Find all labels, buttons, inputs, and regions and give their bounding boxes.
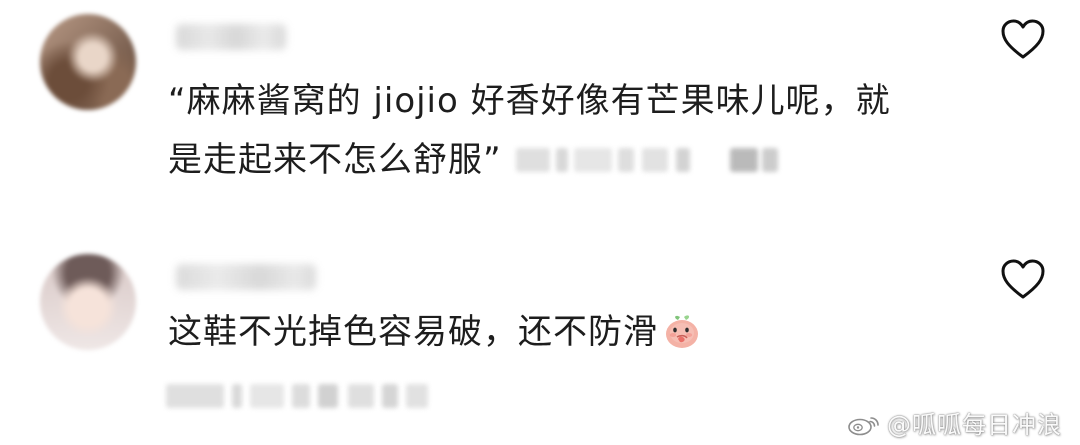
comment-item: “麻麻酱窝的 jiojio 好香好像有芒果味儿呢，就 是走起来不怎么舒服” [0, 0, 1080, 230]
comment-text: “麻麻酱窝的 jiojio 好香好像有芒果味儿呢，就 是走起来不怎么舒服” [168, 72, 948, 190]
weibo-logo-icon [848, 417, 879, 436]
comment-text-line: 这鞋不光掉色容易破，还不防滑 [168, 312, 658, 352]
avatar[interactable] [40, 14, 136, 110]
username-redacted [176, 264, 316, 290]
heart-icon [1001, 259, 1045, 299]
comment-text: 这鞋不光掉色容易破，还不防滑 [168, 303, 948, 362]
username-redacted [176, 24, 286, 50]
avatar[interactable] [40, 254, 136, 350]
watermark-text: @呱呱每日冲浪 [887, 411, 1062, 439]
timestamp-redacted [515, 146, 778, 174]
comment-text-line: “麻麻酱窝的 jiojio 好香好像有芒果味儿呢，就 [168, 81, 891, 121]
timestamp-redacted [166, 382, 436, 412]
heart-icon [1001, 19, 1045, 59]
peach-hand-over-mouth-emoji [660, 308, 704, 352]
watermark: @呱呱每日冲浪 [847, 410, 1062, 440]
like-button[interactable] [998, 14, 1048, 64]
comment-text-line: 是走起来不怎么舒服” [168, 140, 502, 180]
like-button[interactable] [998, 254, 1048, 304]
